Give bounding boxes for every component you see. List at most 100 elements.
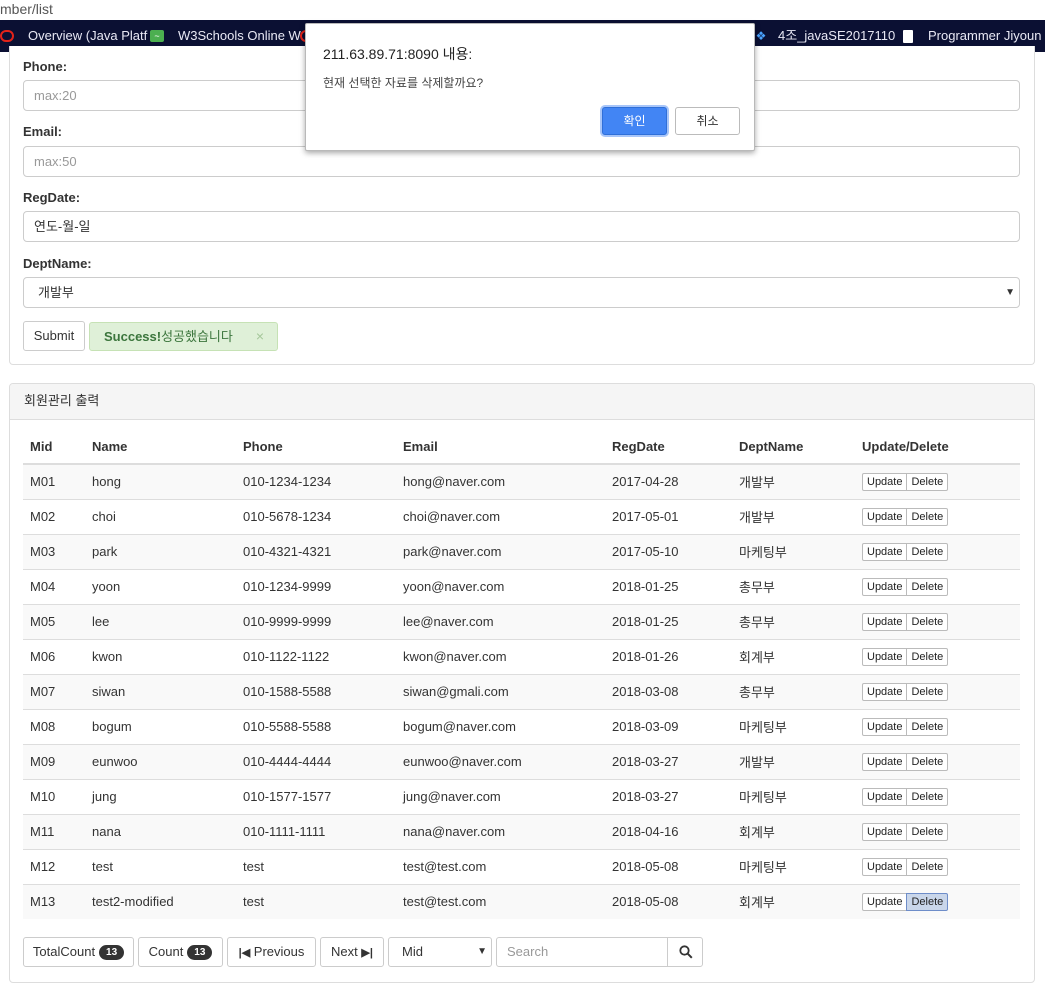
- delete-button[interactable]: Delete: [906, 647, 949, 666]
- delete-button[interactable]: Delete: [906, 787, 949, 806]
- dept-selected-value: 개발부: [38, 285, 74, 300]
- cell-mid: M01: [23, 463, 85, 499]
- cell-mid: M12: [23, 848, 85, 884]
- update-button[interactable]: Update: [862, 717, 908, 736]
- cell-mid: M11: [23, 813, 85, 849]
- next-button[interactable]: Next ▶|: [320, 937, 384, 967]
- oracle-icon: [0, 30, 14, 42]
- dept-select[interactable]: 개발부 ▼: [23, 277, 1020, 308]
- previous-button[interactable]: |◀ Previous: [227, 937, 316, 967]
- dialog-title: 211.63.89.71:8090 내용:: [323, 46, 473, 62]
- total-count-button[interactable]: TotalCount 13: [23, 937, 134, 967]
- alert-strong: Success!: [104, 329, 162, 344]
- cell-name: lee: [85, 603, 236, 639]
- delete-button[interactable]: Delete: [906, 472, 949, 491]
- cell-mid: M07: [23, 673, 85, 709]
- cell-phone: 010-5678-1234: [236, 498, 396, 534]
- dialog-cancel-button[interactable]: 취소: [675, 107, 740, 135]
- delete-button[interactable]: Delete: [906, 892, 949, 911]
- cell-mid: M04: [23, 568, 85, 604]
- cell-name: eunwoo: [85, 743, 236, 779]
- confirm-dialog: 211.63.89.71:8090 내용: 현재 선택한 자료를 삭제할까요? …: [305, 23, 755, 151]
- table-row: M02 choi 010-5678-1234 choi@naver.com 2017-0…: [23, 498, 1020, 534]
- cell-regdate: 2017-05-01: [605, 498, 732, 534]
- update-button[interactable]: Update: [862, 787, 908, 806]
- delete-button[interactable]: Delete: [906, 542, 949, 561]
- search-input[interactable]: Search: [496, 937, 668, 967]
- next-label: Next: [331, 944, 358, 959]
- col-email: Email: [396, 430, 605, 465]
- col-phone: Phone: [236, 430, 396, 465]
- search-field-value: Mid: [402, 944, 423, 959]
- delete-button[interactable]: Delete: [906, 822, 949, 841]
- table-row: M11 nana 010-1111-1111 nana@naver.com 2018-0…: [23, 813, 1020, 849]
- table-row: M05 lee 010-9999-9999 lee@naver.com 2018-01-…: [23, 603, 1020, 639]
- update-button[interactable]: Update: [862, 822, 908, 841]
- delete-button[interactable]: Delete: [906, 577, 949, 596]
- close-icon[interactable]: ×: [256, 323, 264, 350]
- cell-name: bogum: [85, 708, 236, 744]
- cell-deptname: 총무부: [732, 603, 855, 639]
- step-backward-icon: |◀: [238, 947, 251, 959]
- regdate-input[interactable]: 연도-월-일: [23, 211, 1020, 242]
- cell-email: siwan@gmali.com: [396, 673, 605, 709]
- cell-mid: M13: [23, 883, 85, 919]
- delete-button[interactable]: Delete: [906, 717, 949, 736]
- update-button[interactable]: Update: [862, 577, 908, 596]
- cell-phone: 010-4321-4321: [236, 533, 396, 569]
- cell-mid: M08: [23, 708, 85, 744]
- delete-button[interactable]: Delete: [906, 507, 949, 526]
- cell-actions: Update Delete: [855, 568, 1020, 604]
- cell-regdate: 2018-05-08: [605, 848, 732, 884]
- table-row: M08 bogum 010-5588-5588 bogum@naver.com 2018…: [23, 708, 1020, 744]
- cell-mid: M09: [23, 743, 85, 779]
- cell-actions: Update Delete: [855, 743, 1020, 779]
- cell-phone: 010-1111-1111: [236, 813, 396, 849]
- table-row: M13 test2-modified test test@test.com 2018-0…: [23, 883, 1020, 919]
- document-icon: [903, 30, 913, 43]
- address-bar[interactable]: mber/list: [0, 0, 1045, 20]
- update-button[interactable]: Update: [862, 752, 908, 771]
- update-button[interactable]: Update: [862, 892, 908, 911]
- cell-name: test: [85, 848, 236, 884]
- cell-mid: M05: [23, 603, 85, 639]
- update-button[interactable]: Update: [862, 647, 908, 666]
- col-update-delete: Update/Delete: [855, 430, 1020, 465]
- count-button[interactable]: Count 13: [138, 937, 223, 967]
- search-field-select[interactable]: Mid ▼: [388, 937, 492, 967]
- cell-actions: Update Delete: [855, 708, 1020, 744]
- cell-email: bogum@naver.com: [396, 708, 605, 744]
- chevron-down-icon: ▼: [1005, 287, 1015, 298]
- previous-label: Previous: [253, 944, 305, 959]
- cell-actions: Update Delete: [855, 673, 1020, 709]
- dialog-ok-button[interactable]: 확인: [602, 107, 667, 135]
- delete-button[interactable]: Delete: [906, 612, 949, 631]
- delete-button[interactable]: Delete: [906, 857, 949, 876]
- delete-button[interactable]: Delete: [906, 752, 949, 771]
- cell-regdate: 2018-01-25: [605, 568, 732, 604]
- search-icon: [679, 945, 693, 959]
- cell-phone: 010-1122-1122: [236, 638, 396, 674]
- cell-email: nana@naver.com: [396, 813, 605, 849]
- cell-phone: 010-1577-1577: [236, 778, 396, 814]
- cell-email: eunwoo@naver.com: [396, 743, 605, 779]
- email-label: Email:: [23, 124, 63, 139]
- search-button[interactable]: [667, 937, 703, 967]
- submit-button[interactable]: Submit: [23, 321, 85, 351]
- update-button[interactable]: Update: [862, 612, 908, 631]
- cell-name: hong: [85, 463, 236, 499]
- chevron-down-icon: ▼: [477, 946, 487, 957]
- col-name: Name: [85, 430, 236, 465]
- update-button[interactable]: Update: [862, 472, 908, 491]
- cell-regdate: 2018-04-16: [605, 813, 732, 849]
- delete-button[interactable]: Delete: [906, 682, 949, 701]
- update-button[interactable]: Update: [862, 857, 908, 876]
- table-row: M07 siwan 010-1588-5588 siwan@gmali.com 2018…: [23, 673, 1020, 709]
- table-header-row: Mid Name Phone Email RegDate DeptName Up…: [23, 430, 1020, 465]
- update-button[interactable]: Update: [862, 507, 908, 526]
- update-button[interactable]: Update: [862, 542, 908, 561]
- cell-phone: 010-1588-5588: [236, 673, 396, 709]
- cell-regdate: 2018-01-26: [605, 638, 732, 674]
- update-button[interactable]: Update: [862, 682, 908, 701]
- cell-mid: M06: [23, 638, 85, 674]
